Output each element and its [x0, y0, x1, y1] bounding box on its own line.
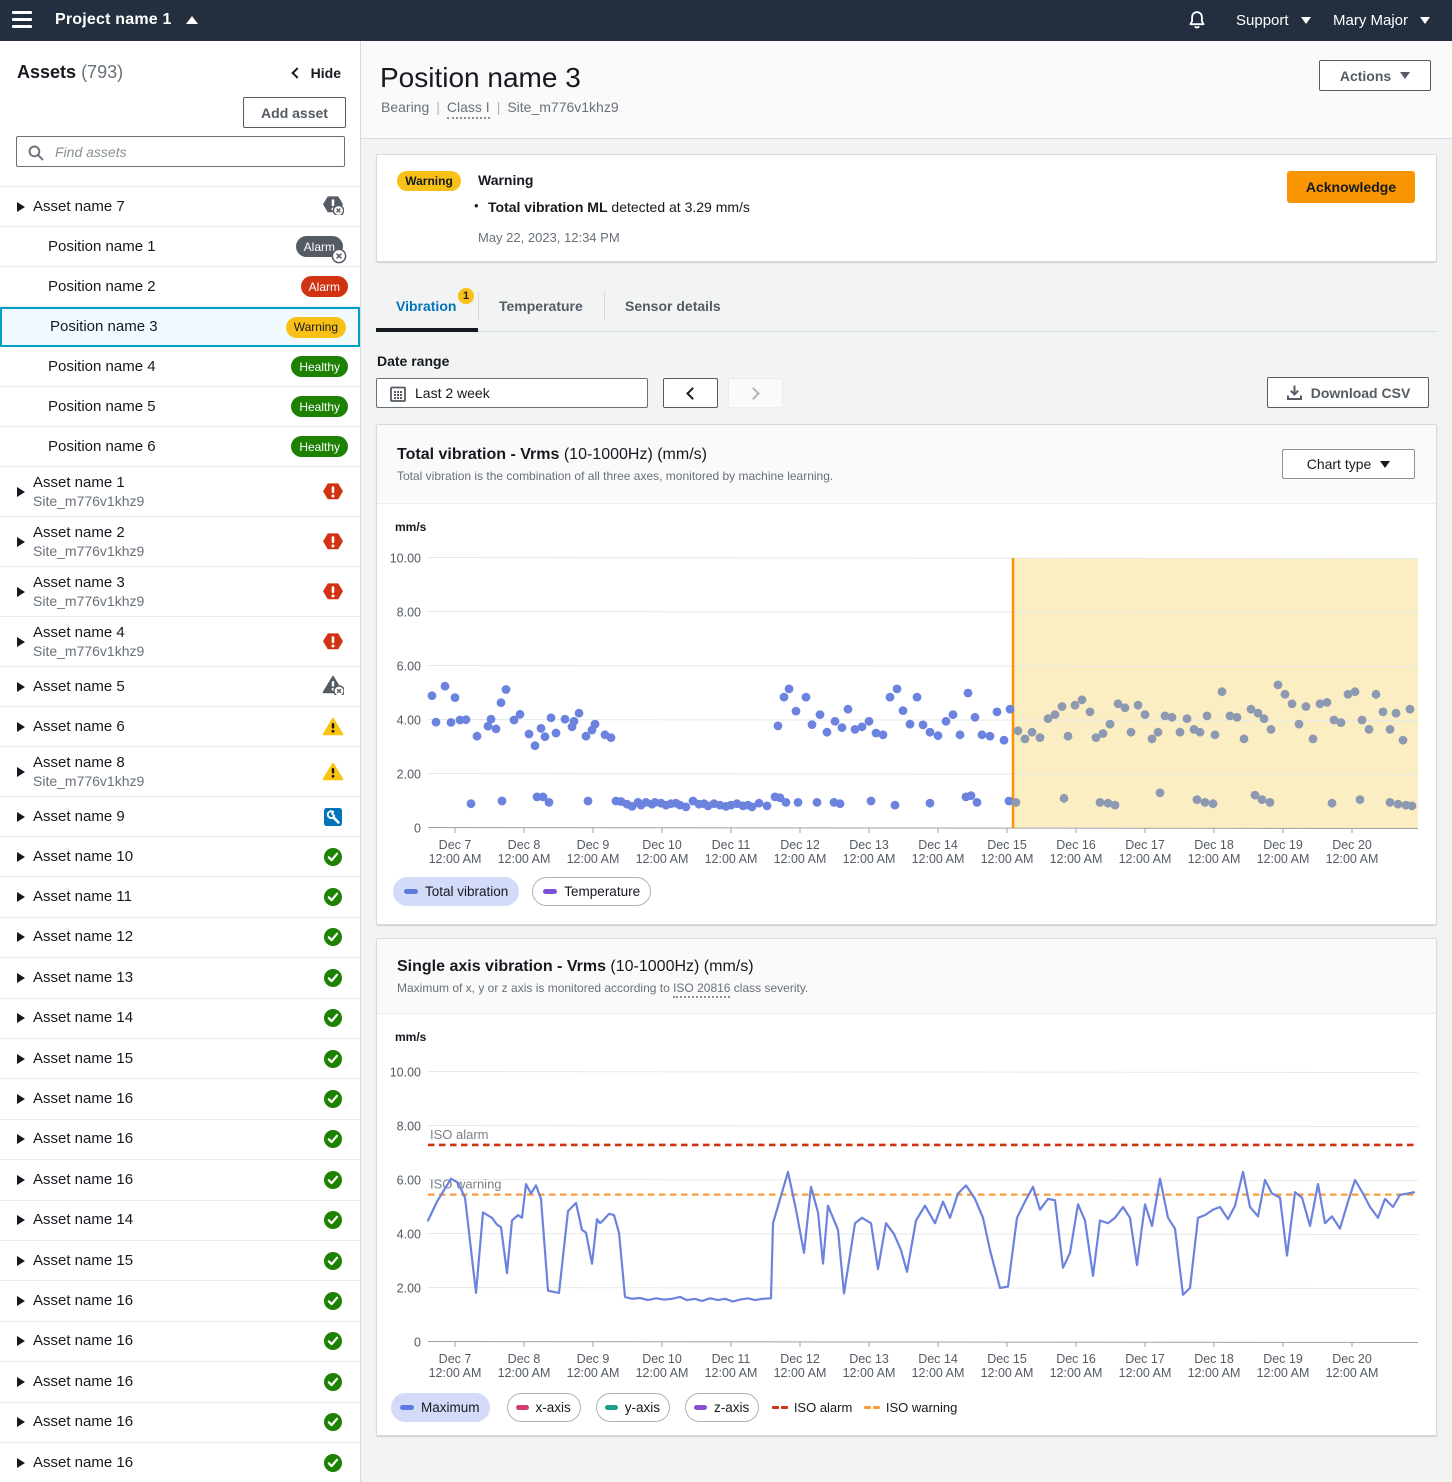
svg-text:Dec 17: Dec 17: [1125, 1352, 1165, 1366]
svg-text:Dec 16: Dec 16: [1056, 838, 1096, 852]
svg-text:12:00 AM: 12:00 AM: [567, 852, 620, 866]
svg-text:ISO warning: ISO warning: [430, 1177, 502, 1192]
svg-text:6.00: 6.00: [397, 660, 421, 674]
svg-text:Dec 11: Dec 11: [712, 1352, 751, 1366]
svg-text:8.00: 8.00: [397, 1120, 421, 1134]
svg-text:10.00: 10.00: [390, 552, 421, 566]
svg-text:Dec 20: Dec 20: [1332, 838, 1372, 852]
svg-text:Dec 9: Dec 9: [577, 1352, 610, 1366]
svg-text:2.00: 2.00: [397, 1282, 421, 1296]
svg-text:12:00 AM: 12:00 AM: [498, 852, 551, 866]
svg-text:Dec 8: Dec 8: [508, 838, 541, 852]
svg-text:Dec 7: Dec 7: [439, 838, 472, 852]
svg-text:Dec 20: Dec 20: [1332, 1352, 1372, 1366]
svg-text:12:00 AM: 12:00 AM: [429, 852, 482, 866]
svg-text:12:00 AM: 12:00 AM: [1188, 852, 1241, 866]
svg-text:12:00 AM: 12:00 AM: [843, 1366, 896, 1380]
svg-text:Dec 13: Dec 13: [849, 838, 889, 852]
svg-text:ISO alarm: ISO alarm: [430, 1127, 489, 1142]
svg-text:Dec 18: Dec 18: [1194, 838, 1234, 852]
svg-text:12:00 AM: 12:00 AM: [1119, 1366, 1172, 1380]
svg-text:12:00 AM: 12:00 AM: [567, 1366, 620, 1380]
svg-text:12:00 AM: 12:00 AM: [1257, 1366, 1310, 1380]
svg-text:2.00: 2.00: [397, 768, 421, 782]
svg-text:12:00 AM: 12:00 AM: [498, 1366, 551, 1380]
svg-text:Dec 13: Dec 13: [849, 1352, 889, 1366]
svg-text:Dec 15: Dec 15: [987, 1352, 1027, 1366]
svg-text:12:00 AM: 12:00 AM: [981, 1366, 1034, 1380]
svg-text:12:00 AM: 12:00 AM: [1050, 852, 1103, 866]
svg-text:Dec 7: Dec 7: [439, 1352, 472, 1366]
svg-text:Dec 18: Dec 18: [1194, 1352, 1234, 1366]
svg-text:Dec 16: Dec 16: [1056, 1352, 1096, 1366]
svg-text:Dec 19: Dec 19: [1263, 1352, 1303, 1366]
svg-text:10.00: 10.00: [390, 1066, 421, 1080]
svg-text:Dec 14: Dec 14: [918, 1352, 958, 1366]
svg-text:0: 0: [414, 1336, 421, 1350]
svg-text:12:00 AM: 12:00 AM: [429, 1366, 482, 1380]
svg-text:12:00 AM: 12:00 AM: [1326, 1366, 1379, 1380]
svg-text:Dec 10: Dec 10: [642, 1352, 682, 1366]
svg-text:12:00 AM: 12:00 AM: [912, 852, 965, 866]
svg-text:12:00 AM: 12:00 AM: [774, 1366, 827, 1380]
svg-text:8.00: 8.00: [397, 606, 421, 620]
svg-text:Dec 11: Dec 11: [712, 838, 751, 852]
svg-text:12:00 AM: 12:00 AM: [636, 1366, 689, 1380]
svg-text:Dec 10: Dec 10: [642, 838, 682, 852]
svg-text:Dec 8: Dec 8: [508, 1352, 541, 1366]
svg-text:12:00 AM: 12:00 AM: [1188, 1366, 1241, 1380]
svg-text:0: 0: [414, 822, 421, 836]
svg-text:12:00 AM: 12:00 AM: [1119, 852, 1172, 866]
svg-text:12:00 AM: 12:00 AM: [705, 852, 758, 866]
svg-text:Dec 9: Dec 9: [577, 838, 610, 852]
svg-text:12:00 AM: 12:00 AM: [636, 852, 689, 866]
svg-text:12:00 AM: 12:00 AM: [774, 852, 827, 866]
svg-text:6.00: 6.00: [397, 1174, 421, 1188]
svg-text:4.00: 4.00: [397, 1228, 421, 1242]
svg-text:Dec 15: Dec 15: [987, 838, 1027, 852]
svg-text:Dec 19: Dec 19: [1263, 838, 1303, 852]
svg-text:Dec 17: Dec 17: [1125, 838, 1165, 852]
svg-text:12:00 AM: 12:00 AM: [1257, 852, 1310, 866]
svg-text:12:00 AM: 12:00 AM: [843, 852, 896, 866]
svg-text:12:00 AM: 12:00 AM: [1326, 852, 1379, 866]
svg-text:Dec 12: Dec 12: [780, 838, 820, 852]
svg-text:4.00: 4.00: [397, 714, 421, 728]
svg-text:12:00 AM: 12:00 AM: [1050, 1366, 1103, 1380]
svg-text:12:00 AM: 12:00 AM: [981, 852, 1034, 866]
svg-text:Dec 12: Dec 12: [780, 1352, 820, 1366]
svg-text:Dec 14: Dec 14: [918, 838, 958, 852]
svg-text:12:00 AM: 12:00 AM: [705, 1366, 758, 1380]
svg-text:12:00 AM: 12:00 AM: [912, 1366, 965, 1380]
